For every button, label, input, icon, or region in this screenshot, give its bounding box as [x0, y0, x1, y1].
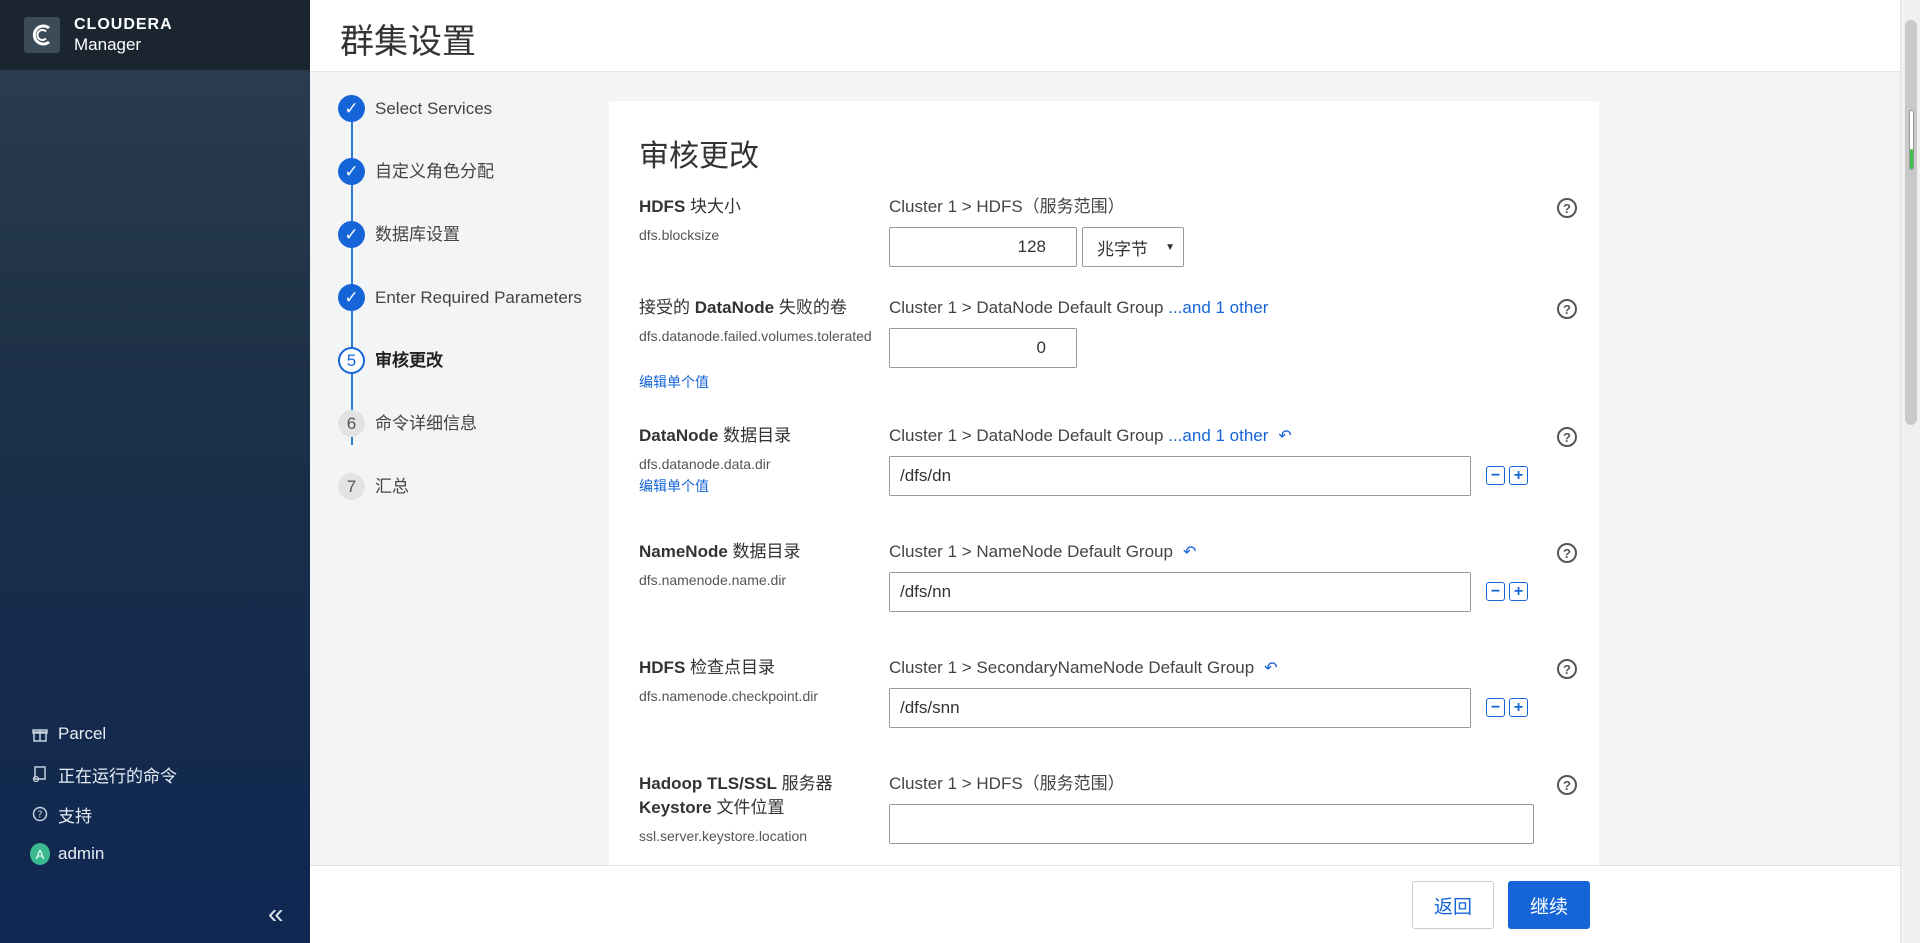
keystore-location-input[interactable] [889, 804, 1534, 844]
continue-button[interactable]: 继续 [1508, 881, 1590, 929]
step-number: 5 [338, 347, 365, 374]
step-number: 7 [338, 473, 365, 500]
undo-icon[interactable]: ↶ [1278, 428, 1291, 445]
commands-icon [30, 764, 50, 784]
remove-icon[interactable]: − [1486, 582, 1505, 601]
help-circle-icon: ? [30, 804, 50, 824]
check-icon: ✓ [338, 221, 365, 248]
help-icon[interactable]: ? [1557, 775, 1577, 795]
unit-select[interactable]: 兆字节 ▼ [1082, 227, 1184, 267]
param-name: HDFS 块大小 [639, 197, 742, 216]
step-label: 汇总 [375, 477, 409, 496]
datanode-data-dir-input[interactable]: /dfs/dn [889, 456, 1471, 496]
step-label: 自定义角色分配 [375, 162, 494, 181]
param-name: Hadoop TLS/SSL 服务器 Keystore 文件位置 [639, 774, 833, 817]
page-scrollbar[interactable] [1900, 0, 1920, 943]
add-icon[interactable]: + [1509, 466, 1528, 485]
brand-product: Manager [74, 34, 142, 54]
add-icon[interactable]: + [1509, 698, 1528, 717]
section-title: 审核更改 [639, 140, 759, 173]
sidebar-item-admin[interactable]: A admin [0, 834, 310, 874]
undo-icon[interactable]: ↶ [1264, 660, 1277, 677]
param-name: DataNode 数据目录 [639, 426, 792, 445]
svg-text:?: ? [37, 810, 42, 821]
check-icon: ✓ [338, 158, 365, 185]
caret-down-icon: ▼ [1165, 242, 1175, 253]
param-key: dfs.namenode.name.dir [639, 572, 787, 588]
step-select-services[interactable]: ✓ Select Services [338, 95, 598, 158]
step-label: 审核更改 [375, 351, 443, 370]
avatar: A [30, 843, 50, 865]
param-scope: Cluster 1 > DataNode Default Group ...an… [889, 426, 1292, 445]
step-review-changes[interactable]: 5 审核更改 [338, 347, 598, 410]
back-button[interactable]: 返回 [1412, 881, 1494, 929]
sidebar-item-parcel[interactable]: Parcel [0, 714, 310, 754]
blocksize-input[interactable]: 128 [889, 227, 1077, 267]
help-icon[interactable]: ? [1557, 543, 1577, 563]
param-scope: Cluster 1 > NameNode Default Group ↶ [889, 542, 1197, 561]
collapse-sidebar-icon[interactable]: « [268, 898, 284, 930]
param-name: HDFS 检查点目录 [639, 658, 776, 677]
param-scope: Cluster 1 > DataNode Default Group ...an… [889, 298, 1269, 317]
add-icon[interactable]: + [1509, 582, 1528, 601]
sidebar-item-label: 正在运行的命令 [58, 766, 177, 786]
param-key: dfs.datanode.failed.volumes.tolerated [639, 328, 872, 344]
brand-name: CLOUDERA [74, 15, 173, 33]
sidebar-item-label: 支持 [58, 806, 92, 826]
param-scope: Cluster 1 > HDFS（服务范围） [889, 774, 1125, 793]
step-label: Select Services [375, 99, 493, 118]
wizard-steps: ✓ Select Services ✓ 自定义角色分配 ✓ 数据库设置 ✓ En… [338, 95, 598, 536]
sidebar-item-label: admin [58, 844, 105, 863]
help-icon[interactable]: ? [1557, 198, 1577, 218]
step-database-setup[interactable]: ✓ 数据库设置 [338, 221, 598, 284]
help-icon[interactable]: ? [1557, 427, 1577, 447]
sidebar: CLOUDERA Manager Parcel 正在运行的命令 ? 支持 A a… [0, 0, 310, 943]
step-label: 命令详细信息 [375, 414, 477, 433]
sidebar-item-label: Parcel [58, 724, 107, 743]
and-other-link[interactable]: ...and 1 other [1168, 426, 1268, 445]
scroll-indicator-icon [1909, 110, 1914, 170]
param-scope: Cluster 1 > HDFS（服务范围） [889, 197, 1125, 216]
check-icon: ✓ [338, 95, 365, 122]
review-changes-panel: 审核更改 HDFS 块大小 dfs.blocksize Cluster 1 > … [609, 101, 1599, 867]
page-title: 群集设置 [340, 23, 476, 61]
check-icon: ✓ [338, 284, 365, 311]
remove-icon[interactable]: − [1486, 698, 1505, 717]
cloudera-logo-icon [24, 17, 60, 53]
and-other-link[interactable]: ...and 1 other [1168, 298, 1268, 317]
edit-individual-values-link[interactable]: 编辑单个值 [639, 372, 709, 392]
gift-icon [30, 724, 50, 744]
step-required-parameters[interactable]: ✓ Enter Required Parameters [338, 284, 598, 347]
step-role-assignment[interactable]: ✓ 自定义角色分配 [338, 158, 598, 221]
step-number: 6 [338, 410, 365, 437]
sidebar-item-support[interactable]: ? 支持 [0, 794, 310, 834]
param-key: dfs.datanode.data.dir [639, 456, 771, 472]
scrollbar-thumb[interactable] [1905, 20, 1917, 425]
checkpoint-dir-input[interactable]: /dfs/snn [889, 688, 1471, 728]
param-key: ssl.server.keystore.location [639, 828, 808, 844]
step-label: Enter Required Parameters [375, 288, 582, 307]
unit-select-value: 兆字节 [1097, 239, 1148, 259]
param-key: dfs.blocksize [639, 227, 720, 243]
wizard-footer: 返回 继续 [310, 865, 1900, 943]
help-icon[interactable]: ? [1557, 299, 1577, 319]
step-label: 数据库设置 [375, 225, 460, 244]
namenode-name-dir-input[interactable]: /dfs/nn [889, 572, 1471, 612]
param-scope: Cluster 1 > SecondaryNameNode Default Gr… [889, 658, 1278, 677]
step-command-details: 6 命令详细信息 [338, 410, 598, 473]
sidebar-item-running-commands[interactable]: 正在运行的命令 [0, 754, 310, 794]
page-header: 群集设置 [310, 0, 1900, 72]
step-summary: 7 汇总 [338, 473, 598, 536]
remove-icon[interactable]: − [1486, 466, 1505, 485]
param-name: 接受的 DataNode 失败的卷 [639, 298, 847, 317]
param-key: dfs.namenode.checkpoint.dir [639, 688, 818, 704]
failed-volumes-input[interactable]: 0 [889, 328, 1077, 368]
undo-icon[interactable]: ↶ [1183, 544, 1196, 561]
brand-header[interactable]: CLOUDERA Manager [0, 0, 310, 70]
edit-individual-values-link[interactable]: 编辑单个值 [639, 476, 709, 496]
param-name: NameNode 数据目录 [639, 542, 801, 561]
help-icon[interactable]: ? [1557, 659, 1577, 679]
